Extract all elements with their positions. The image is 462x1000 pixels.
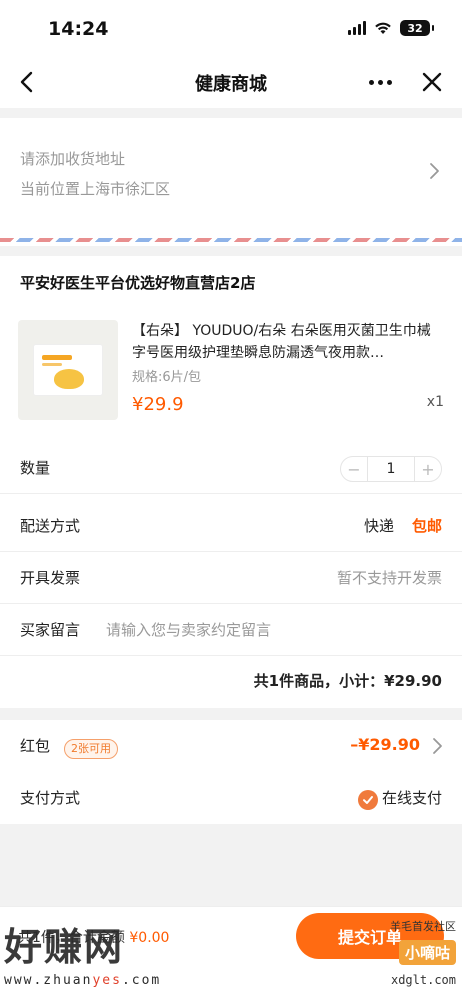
more-dot-icon — [377, 79, 383, 85]
order-card: 平安好医生平台优选好物直营店2店 【右朵】 YOUDUO/右朵 右朵医用灭菌卫生… — [0, 256, 462, 708]
product-quantity: x1 — [426, 394, 444, 410]
envelope-stripe — [0, 238, 462, 242]
chevron-right-icon — [430, 163, 439, 179]
status-icons: 32 — [348, 20, 434, 36]
chevron-right-icon — [433, 738, 442, 754]
watermark-right-url: xdglt.com — [390, 973, 456, 987]
nav-bar: 健康商城 — [0, 56, 462, 108]
chevron-left-icon — [20, 71, 33, 93]
quantity-value[interactable]: 1 — [367, 457, 415, 481]
product-price: ¥29.9 — [132, 394, 184, 415]
hongbao-row[interactable]: 红包 2张可用 –¥29.90 — [0, 720, 462, 772]
current-location: 当前位置上海市徐汇区 — [20, 180, 171, 198]
close-button[interactable] — [416, 66, 448, 98]
hongbao-value: –¥29.90 — [350, 735, 420, 754]
more-button[interactable] — [364, 66, 396, 98]
status-bar: 14:24 32 — [0, 0, 462, 56]
increment-button[interactable]: + — [415, 457, 441, 481]
quantity-stepper: − 1 + — [340, 456, 442, 482]
address-selector[interactable]: 请添加收货地址 当前位置上海市徐汇区 — [0, 118, 462, 246]
free-shipping-badge: 包邮 — [411, 517, 442, 535]
invoice-label: 开具发票 — [20, 569, 81, 587]
more-dot-icon — [368, 79, 374, 85]
watermark-right-badge: 小嘀咕 — [398, 940, 456, 965]
store-name: 平安好医生平台优选好物直营店2店 — [20, 274, 256, 292]
delivery-row: 配送方式 快递 包邮 — [0, 500, 462, 552]
decrement-button[interactable]: − — [341, 457, 367, 481]
quantity-row: 数量 − 1 + — [0, 442, 462, 494]
watermark-right: 羊毛首发社区 小嘀咕 xdglt.com — [370, 918, 456, 987]
product-spec: 规格:6片/包 — [132, 370, 202, 385]
product-package-icon — [33, 344, 103, 396]
signal-icon — [348, 21, 366, 35]
hongbao-label: 红包 — [20, 737, 51, 755]
watermark-url: www.zhuanyes.com — [4, 973, 162, 988]
battery-icon: 32 — [400, 20, 434, 36]
quantity-label: 数量 — [20, 459, 51, 477]
delivery-method: 快递 — [363, 517, 394, 535]
watermark-right-top: 羊毛首发社区 — [390, 920, 456, 933]
product-image[interactable] — [18, 320, 118, 420]
payment-method-value[interactable]: 在线支付 — [382, 787, 442, 808]
product-title[interactable]: 【右朵】 YOUDUO/右朵 右朵医用灭菌卫生巾械字号医用级护理垫瞬息防漏透气夜… — [132, 320, 444, 364]
wifi-icon — [375, 22, 391, 34]
remark-input[interactable] — [106, 616, 442, 644]
payment-method-label: 支付方式 — [20, 789, 81, 807]
more-dot-icon — [386, 79, 392, 85]
payment-card: 红包 2张可用 –¥29.90 支付方式 在线支付 — [0, 720, 462, 824]
status-time: 14:24 — [48, 18, 109, 40]
close-icon — [422, 72, 442, 92]
invoice-value: 暂不支持开发票 — [336, 569, 442, 587]
add-address-prompt: 请添加收货地址 — [20, 150, 126, 168]
remark-label: 买家留言 — [20, 621, 81, 639]
invoice-row: 开具发票 暂不支持开发票 — [0, 552, 462, 604]
subtotal: 共1件商品，小计：¥29.90 — [253, 672, 442, 690]
remark-row: 买家留言 — [0, 604, 462, 656]
back-button[interactable] — [12, 66, 44, 98]
delivery-label: 配送方式 — [20, 517, 81, 535]
hongbao-badge: 2张可用 — [64, 739, 118, 759]
watermark-left: 好赚网 www.zhuanyes.com — [4, 916, 204, 988]
check-icon[interactable] — [358, 790, 378, 810]
watermark-logo: 好赚网 — [4, 925, 125, 969]
